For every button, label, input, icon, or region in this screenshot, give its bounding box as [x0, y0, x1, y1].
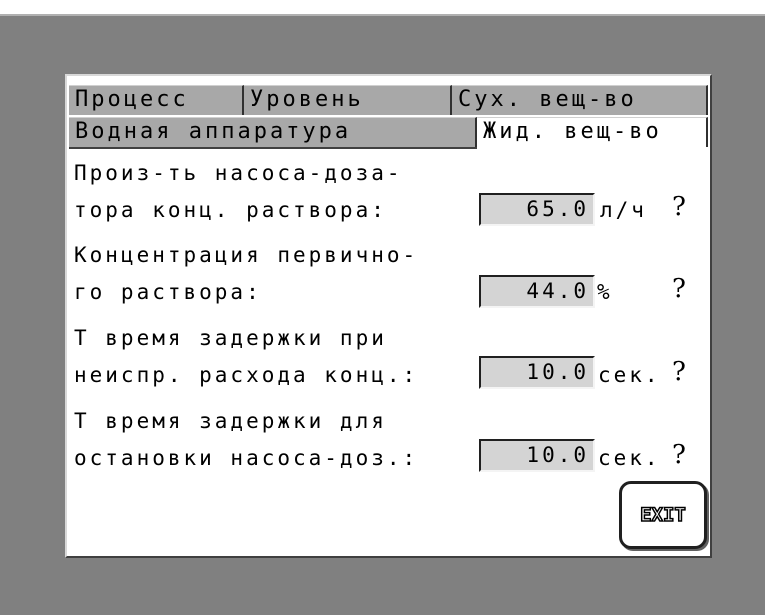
fault-delay-help-icon[interactable]: ?	[668, 358, 690, 386]
pump-stop-delay-unit: сек.	[598, 446, 661, 470]
tab-process[interactable]: Процесс	[69, 85, 244, 115]
tab-liquid-substance[interactable]: Жид. вещ-во	[477, 117, 708, 147]
tab-dry-substance[interactable]: Сух. вещ-во	[452, 85, 708, 115]
primary-concentration-help-icon[interactable]: ?	[668, 275, 690, 303]
screen-top-edge	[0, 0, 765, 14]
fault-delay-label-line1: Т время задержки при	[74, 326, 387, 350]
exit-button-label: EXIT	[639, 503, 686, 527]
primary-concentration-label-line1: Концентрация первично-	[74, 243, 419, 267]
pump-capacity-field[interactable]: 65.0	[479, 193, 595, 226]
primary-concentration-unit: %	[597, 280, 613, 304]
pump-stop-delay-label-line1: Т время задержки для	[74, 409, 387, 433]
tab-level[interactable]: Уровень	[244, 85, 452, 115]
pump-capacity-unit: л/ч	[600, 198, 647, 222]
screen-top-edge-shadow	[0, 14, 765, 16]
pump-stop-delay-help-icon[interactable]: ?	[668, 441, 690, 469]
tab-water-equipment[interactable]: Водная аппаратура	[69, 117, 477, 147]
pump-stop-delay-field[interactable]: 10.0	[479, 439, 595, 472]
fault-delay-field[interactable]: 10.0	[479, 356, 595, 389]
tabs-divider	[69, 147, 477, 149]
exit-button[interactable]: EXIT	[619, 481, 707, 549]
pump-stop-delay-label-line2: остановки насоса-доз.:	[74, 446, 419, 470]
pump-capacity-help-icon[interactable]: ?	[668, 193, 690, 221]
pump-capacity-label-line2: тора конц. раствора:	[74, 198, 387, 222]
pump-capacity-label-line1: Произ-ть насоса-доза-	[74, 161, 403, 185]
fault-delay-label-line2: неиспр. расхода конц.:	[74, 363, 419, 387]
fault-delay-unit: сек.	[598, 363, 661, 387]
primary-concentration-label-line2: го раствора:	[74, 280, 262, 304]
primary-concentration-field[interactable]: 44.0	[479, 275, 595, 308]
